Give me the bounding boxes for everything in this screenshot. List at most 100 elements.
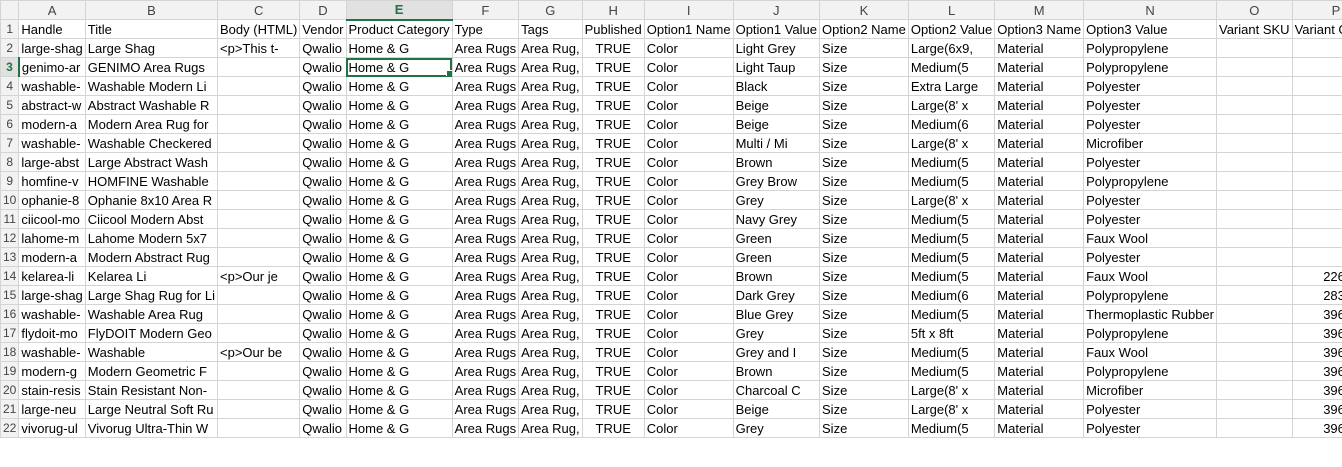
cell-d8[interactable]: Qwalio (299, 152, 347, 172)
cell-m4[interactable]: Material (994, 76, 1085, 96)
cell-c2[interactable]: <p>This t- (216, 38, 301, 58)
cell-g9[interactable]: Area Rug, (518, 171, 583, 191)
row-header-19[interactable]: 19 (0, 361, 20, 381)
cell-m21[interactable]: Material (994, 399, 1085, 419)
cell-n9[interactable]: Polypropylene (1083, 171, 1217, 191)
cell-i19[interactable]: Color (643, 361, 734, 381)
column-header-e[interactable]: E (345, 0, 453, 21)
cell-f18[interactable]: Area Rugs (451, 342, 520, 362)
cell-l4[interactable]: Extra Large (907, 76, 996, 96)
column-header-l[interactable]: L (907, 0, 996, 20)
cell-n6[interactable]: Polyester (1083, 114, 1217, 134)
cell-i22[interactable]: Color (643, 418, 734, 438)
cell-h13[interactable]: TRUE (581, 247, 645, 267)
cell-l18[interactable]: Medium(5 (907, 342, 996, 362)
cell-p6[interactable]: 145 (1291, 114, 1342, 134)
row-header-14[interactable]: 14 (0, 266, 20, 286)
cell-c13[interactable] (216, 247, 301, 267)
cell-m22[interactable]: Material (994, 418, 1085, 438)
cell-a1[interactable]: Handle (18, 19, 86, 39)
cell-i3[interactable]: Color (643, 57, 734, 77)
cell-l14[interactable]: Medium(5 (907, 266, 996, 286)
cell-a11[interactable]: ciicool-mo (18, 209, 86, 229)
cell-p8[interactable]: 145 (1291, 152, 1342, 172)
cell-l21[interactable]: Large(8' x (907, 399, 996, 419)
cell-j10[interactable]: Grey (732, 190, 821, 210)
cell-d16[interactable]: Qwalio (299, 304, 347, 324)
cell-a5[interactable]: abstract-w (18, 95, 86, 115)
cell-a22[interactable]: vivorug-ul (18, 418, 86, 438)
cell-h14[interactable]: TRUE (581, 266, 645, 286)
cell-n10[interactable]: Polyester (1083, 190, 1217, 210)
cell-a6[interactable]: modern-a (18, 114, 86, 134)
cell-m6[interactable]: Material (994, 114, 1085, 134)
cell-f9[interactable]: Area Rugs (451, 171, 520, 191)
cell-b13[interactable]: Modern Abstract Rug (84, 247, 219, 267)
cell-e4[interactable]: Home & G (345, 76, 453, 96)
cell-b6[interactable]: Modern Area Rug for (84, 114, 219, 134)
cell-n16[interactable]: Thermoplastic Rubber (1083, 304, 1217, 324)
cell-a2[interactable]: large-shag (18, 38, 86, 58)
cell-o8[interactable] (1216, 152, 1293, 172)
cell-a18[interactable]: washable- (18, 342, 86, 362)
row-header-21[interactable]: 21 (0, 399, 20, 419)
column-header-b[interactable]: B (84, 0, 219, 20)
cell-o9[interactable] (1216, 171, 1293, 191)
cell-j17[interactable]: Grey (732, 323, 821, 343)
column-header-h[interactable]: H (581, 0, 645, 20)
cell-n3[interactable]: Polypropylene (1083, 57, 1217, 77)
cell-m13[interactable]: Material (994, 247, 1085, 267)
cell-o11[interactable] (1216, 209, 1293, 229)
cell-k8[interactable]: Size (819, 152, 909, 172)
cell-h11[interactable]: TRUE (581, 209, 645, 229)
cell-n15[interactable]: Polypropylene (1083, 285, 1217, 305)
row-header-3[interactable]: 3 (0, 57, 20, 77)
cell-b4[interactable]: Washable Modern Li (84, 76, 219, 96)
cell-e18[interactable]: Home & G (345, 342, 453, 362)
cell-k22[interactable]: Size (819, 418, 909, 438)
column-header-m[interactable]: M (994, 0, 1085, 20)
cell-k3[interactable]: Size (819, 57, 909, 77)
cell-h22[interactable]: TRUE (581, 418, 645, 438)
cell-c18[interactable]: <p>Our be (216, 342, 301, 362)
cell-o1[interactable]: Variant SKU (1216, 19, 1293, 39)
cell-o19[interactable] (1216, 361, 1293, 381)
cell-n8[interactable]: Polyester (1083, 152, 1217, 172)
cell-a4[interactable]: washable- (18, 76, 86, 96)
cell-g2[interactable]: Area Rug, (518, 38, 583, 58)
cell-f21[interactable]: Area Rugs (451, 399, 520, 419)
cell-j12[interactable]: Green (732, 228, 821, 248)
cell-f17[interactable]: Area Rugs (451, 323, 520, 343)
cell-e9[interactable]: Home & G (345, 171, 453, 191)
cell-l5[interactable]: Large(8' x (907, 95, 996, 115)
cell-i7[interactable]: Color (643, 133, 734, 153)
cell-j9[interactable]: Grey Brow (732, 171, 821, 191)
cell-j20[interactable]: Charcoal C (732, 380, 821, 400)
cell-d13[interactable]: Qwalio (299, 247, 347, 267)
cell-k19[interactable]: Size (819, 361, 909, 381)
select-all-corner[interactable] (0, 0, 20, 20)
cell-j13[interactable]: Green (732, 247, 821, 267)
cell-k16[interactable]: Size (819, 304, 909, 324)
cell-m18[interactable]: Material (994, 342, 1085, 362)
cell-g19[interactable]: Area Rug, (518, 361, 583, 381)
cell-p9[interactable]: 145 (1291, 171, 1342, 191)
cell-e17[interactable]: Home & G (345, 323, 453, 343)
cell-o4[interactable] (1216, 76, 1293, 96)
row-header-16[interactable]: 16 (0, 304, 20, 324)
column-header-g[interactable]: G (518, 0, 583, 20)
cell-l17[interactable]: 5ft x 8ft (907, 323, 996, 343)
cell-n5[interactable]: Polyester (1083, 95, 1217, 115)
cell-p7[interactable]: 145 (1291, 133, 1342, 153)
cell-n1[interactable]: Option3 Value (1083, 19, 1217, 39)
cell-d9[interactable]: Qwalio (299, 171, 347, 191)
column-header-j[interactable]: J (732, 0, 821, 20)
cell-o20[interactable] (1216, 380, 1293, 400)
cell-n22[interactable]: Polyester (1083, 418, 1217, 438)
cell-b3[interactable]: GENIMO Area Rugs (84, 57, 219, 77)
cell-n11[interactable]: Polyester (1083, 209, 1217, 229)
cell-i21[interactable]: Color (643, 399, 734, 419)
cell-g21[interactable]: Area Rug, (518, 399, 583, 419)
cell-f3[interactable]: Area Rugs (451, 57, 520, 77)
cell-a16[interactable]: washable- (18, 304, 86, 324)
